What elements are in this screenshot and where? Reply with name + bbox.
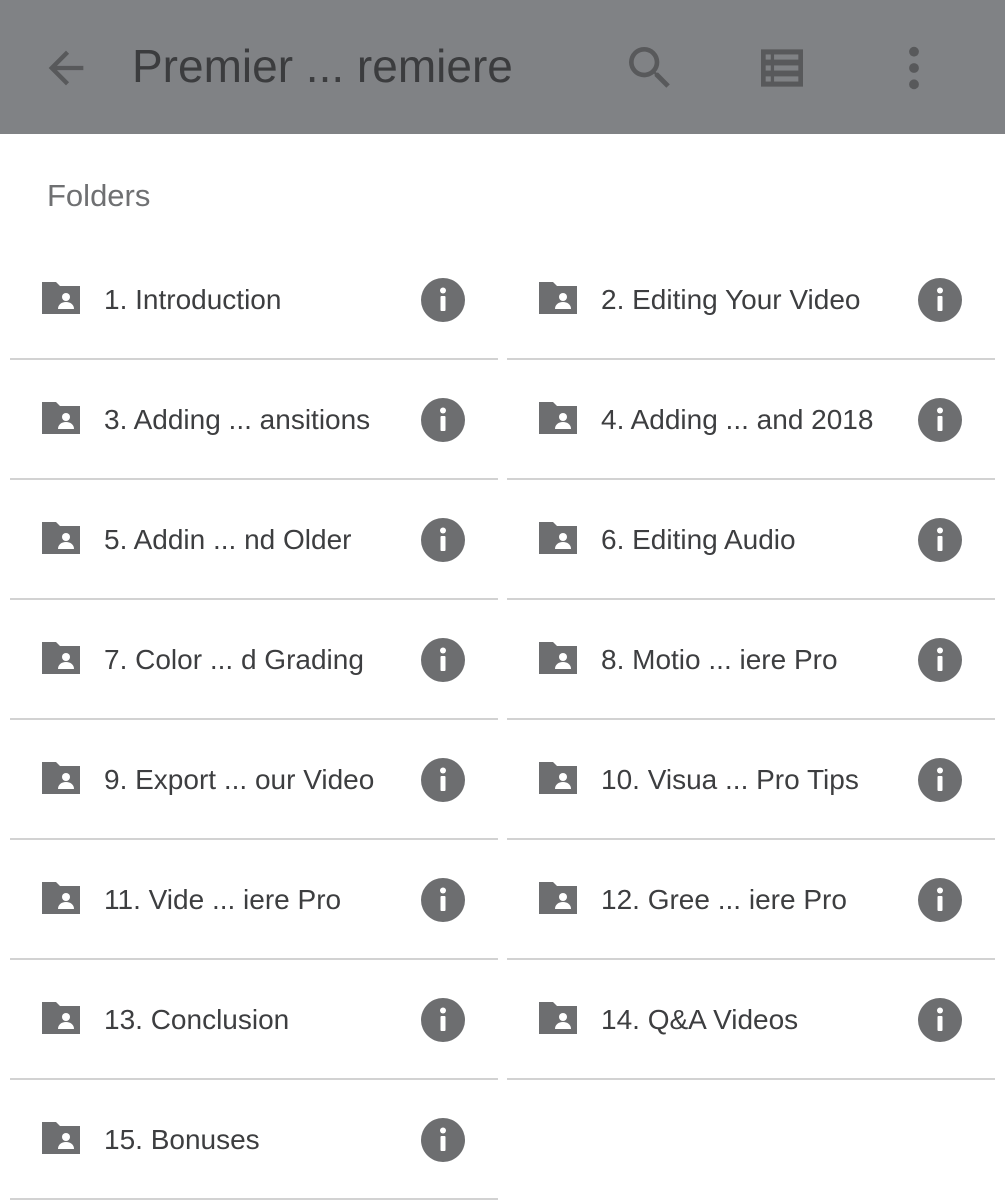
page-title: Premier ... remiere xyxy=(132,40,513,92)
shared-folder-icon xyxy=(539,282,577,314)
folder-label: 12. Gree ... iere Pro xyxy=(601,884,847,915)
folder-label: 1. Introduction xyxy=(104,284,282,315)
shared-folder-icon xyxy=(42,522,80,554)
folder-label: 15. Bonuses xyxy=(104,1124,260,1155)
folder-label: 4. Adding ... and 2018 xyxy=(601,404,874,435)
folder-item-3[interactable]: 3. Adding ... ansitions xyxy=(10,360,498,480)
folder-item-6[interactable]: 6. Editing Audio xyxy=(507,480,995,600)
folder-label: 8. Motio ... iere Pro xyxy=(601,644,838,675)
shared-folder-icon xyxy=(539,402,577,434)
list-view-icon[interactable] xyxy=(754,40,810,96)
shared-folder-icon xyxy=(539,1002,577,1034)
more-vert-icon[interactable] xyxy=(886,40,942,96)
folder-item-9[interactable]: 9. Export ... our Video xyxy=(10,720,498,840)
folder-label: 3. Adding ... ansitions xyxy=(104,404,371,435)
folder-item-7[interactable]: 7. Color ... d Grading xyxy=(10,600,498,720)
info-icon[interactable] xyxy=(421,638,465,682)
shared-folder-icon xyxy=(539,522,577,554)
folder-label: 2. Editing Your Video xyxy=(601,284,861,315)
shared-folder-icon xyxy=(42,1002,80,1034)
shared-folder-icon xyxy=(42,402,80,434)
folder-item-10[interactable]: 10. Visua ... Pro Tips xyxy=(507,720,995,840)
info-icon[interactable] xyxy=(421,878,465,922)
folder-item-1[interactable]: 1. Introduction xyxy=(10,240,498,360)
shared-folder-icon xyxy=(42,882,80,914)
shared-folder-icon xyxy=(42,642,80,674)
folder-item-12[interactable]: 12. Gree ... iere Pro xyxy=(507,840,995,960)
folder-item-13[interactable]: 13. Conclusion xyxy=(10,960,498,1080)
row-divider xyxy=(507,1078,995,1080)
arrow-back-icon[interactable] xyxy=(40,42,92,94)
search-icon[interactable] xyxy=(622,40,678,96)
info-icon[interactable] xyxy=(918,998,962,1042)
shared-folder-icon xyxy=(42,1122,80,1154)
info-icon[interactable] xyxy=(421,998,465,1042)
info-icon[interactable] xyxy=(918,278,962,322)
folder-item-11[interactable]: 11. Vide ... iere Pro xyxy=(10,840,498,960)
info-icon[interactable] xyxy=(918,398,962,442)
app-bar: Premier ... remiere xyxy=(0,0,1005,134)
shared-folder-icon xyxy=(42,762,80,794)
folder-item-14[interactable]: 14. Q&A Videos xyxy=(507,960,995,1080)
info-icon[interactable] xyxy=(918,758,962,802)
folder-item-4[interactable]: 4. Adding ... and 2018 xyxy=(507,360,995,480)
folder-label: 5. Addin ... nd Older xyxy=(104,524,352,555)
folder-label: 9. Export ... our Video xyxy=(104,764,375,795)
info-icon[interactable] xyxy=(421,758,465,802)
shared-folder-icon xyxy=(539,642,577,674)
folder-item-5[interactable]: 5. Addin ... nd Older xyxy=(10,480,498,600)
folder-label: 10. Visua ... Pro Tips xyxy=(601,764,859,795)
info-icon[interactable] xyxy=(421,398,465,442)
info-icon[interactable] xyxy=(918,638,962,682)
info-icon[interactable] xyxy=(421,1118,465,1162)
info-icon[interactable] xyxy=(918,518,962,562)
info-icon[interactable] xyxy=(421,278,465,322)
folder-label: 11. Vide ... iere Pro xyxy=(104,884,342,915)
folder-label: 7. Color ... d Grading xyxy=(104,644,364,675)
folder-label: 6. Editing Audio xyxy=(601,524,796,555)
section-label-folders: Folders xyxy=(47,178,151,213)
folder-label: 13. Conclusion xyxy=(104,1004,290,1035)
shared-folder-icon xyxy=(539,762,577,794)
folder-item-2[interactable]: 2. Editing Your Video xyxy=(507,240,995,360)
folder-item-15[interactable]: 15. Bonuses xyxy=(10,1080,498,1200)
shared-folder-icon xyxy=(42,282,80,314)
shared-folder-icon xyxy=(539,882,577,914)
info-icon[interactable] xyxy=(918,878,962,922)
folder-item-8[interactable]: 8. Motio ... iere Pro xyxy=(507,600,995,720)
folder-label: 14. Q&A Videos xyxy=(601,1004,799,1035)
info-icon[interactable] xyxy=(421,518,465,562)
